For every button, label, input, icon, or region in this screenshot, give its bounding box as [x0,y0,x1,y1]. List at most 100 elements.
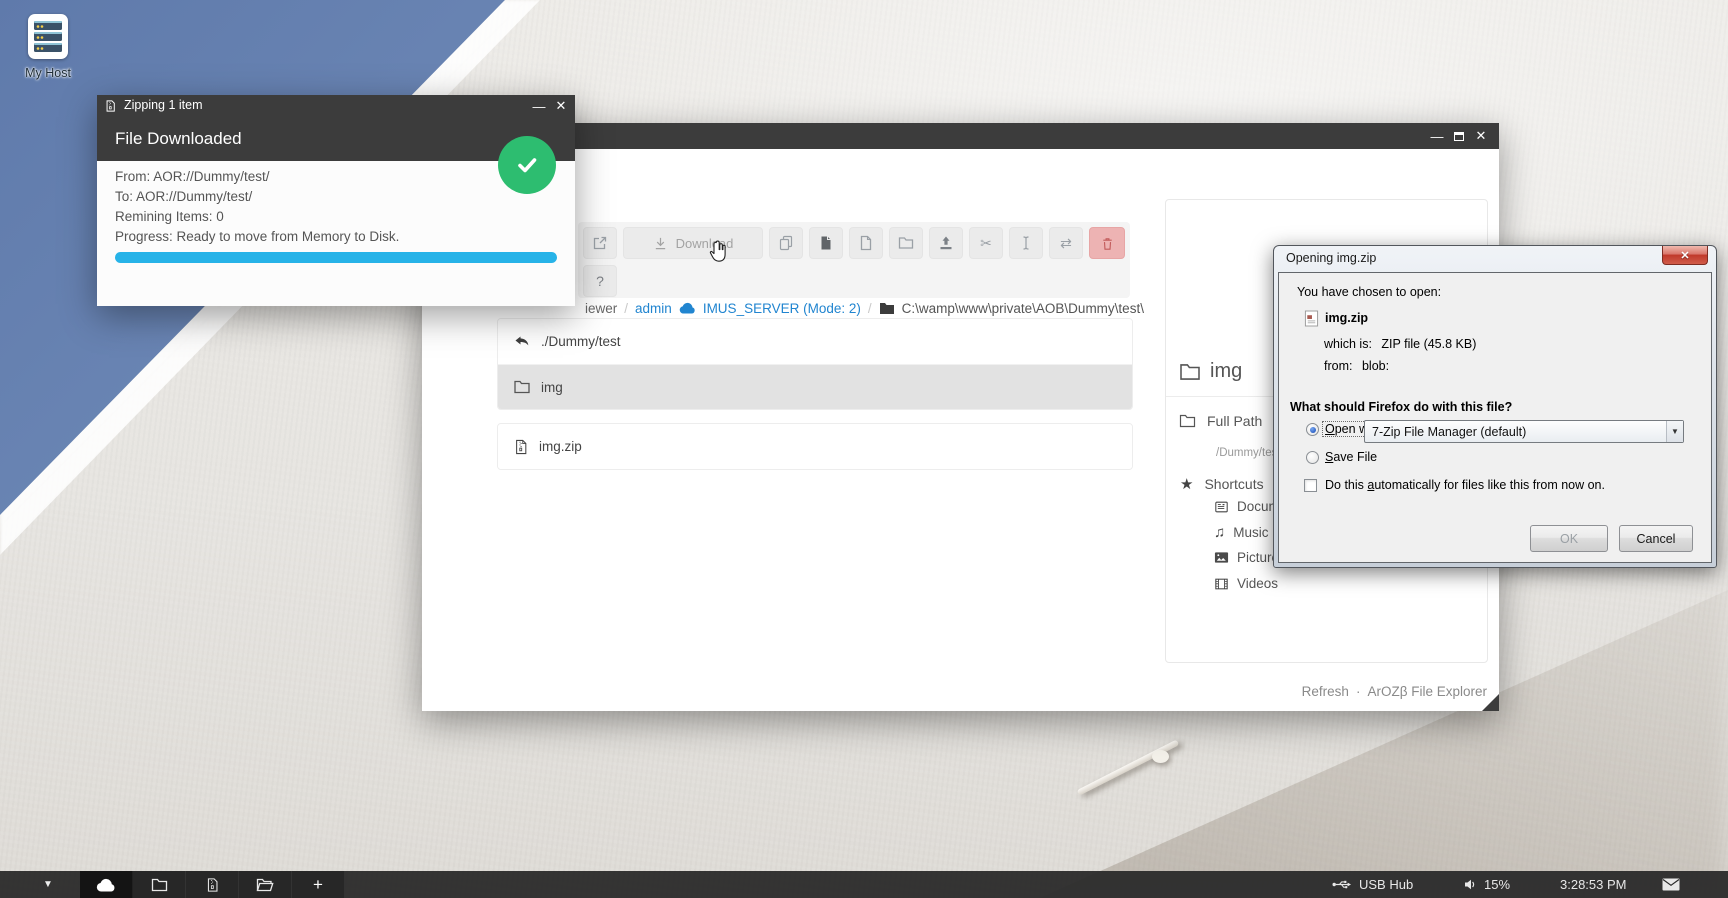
text-cursor-icon [1018,235,1034,251]
open-with-radio[interactable] [1306,423,1319,436]
zip-close-button[interactable]: ✕ [551,95,571,117]
breadcrumb-separator: / [868,301,872,316]
explorer-toolbar: Download [578,222,1130,298]
taskbar-zip-app[interactable] [186,871,239,898]
zip-minimize-button[interactable]: — [529,95,549,117]
breadcrumb-server[interactable]: IMUS_SERVER (Mode: 2) [703,301,861,316]
folder-row-label: img [541,380,563,395]
delete-button[interactable] [1089,227,1125,259]
speaker-icon [1464,878,1477,891]
open-external-button[interactable] [583,227,617,259]
messages-tray-item[interactable] [1662,871,1680,898]
firefox-open-dialog: Opening img.zip ✕ You have chosen to ope… [1273,245,1717,568]
help-button[interactable]: ? [583,265,617,297]
chevron-down-icon: ▼ [1671,427,1679,436]
explorer-maximize-button[interactable] [1449,123,1469,149]
my-host-desktop-icon[interactable] [28,14,68,59]
refresh-link[interactable]: Refresh [1302,684,1349,699]
upload-button[interactable] [929,227,963,259]
sidebar-selected-item: img [1179,360,1242,383]
back-arrow-icon [514,335,530,349]
file-row-img-zip[interactable]: img.zip [498,424,1132,469]
desktop: My Host — ✕ iewer / admin IMUS_SERVER (M… [0,0,1728,898]
taskbar-add-app-button[interactable]: + [292,871,345,898]
new-folder-button[interactable] [889,227,923,259]
clock-tray-item[interactable]: 3:28:53 PM [1560,871,1627,898]
explorer-minimize-button[interactable]: — [1427,123,1447,149]
picture-icon [1214,551,1229,564]
shortcuts-label: Shortcuts [1204,476,1263,492]
taskbar-cloud-app[interactable] [80,871,133,898]
save-file-label[interactable]: Save File [1325,450,1377,464]
which-is-label: which is: [1324,337,1372,351]
rename-button[interactable] [1009,227,1043,259]
selected-app: 7-Zip File Manager (default) [1365,425,1666,439]
auto-text-rest: utomatically for files like this from no… [1374,478,1605,492]
cut-button[interactable]: ✂ [969,227,1003,259]
usb-label: USB Hub [1359,877,1413,892]
upload-icon [938,235,954,251]
new-file-button[interactable] [849,227,883,259]
folder-icon [151,878,168,892]
explorer-titlebar[interactable]: — ✕ [422,123,1499,149]
open-with-accel: O [1325,422,1335,436]
cloud-icon [96,878,116,892]
dialog-source-row: from: blob: [1324,359,1389,373]
open-with-select[interactable]: 7-Zip File Manager (default) ▼ [1364,420,1684,443]
shortcuts-header: ★ Shortcuts [1180,475,1264,493]
copy-icon [778,235,794,251]
taskbar-folder-app[interactable] [133,871,186,898]
paste-button[interactable] [809,227,843,259]
folder-open-icon [256,878,274,892]
paste-icon [818,235,834,251]
breadcrumb-separator: / [624,301,628,316]
taskbar: ▼ [0,871,1728,898]
resize-handle[interactable] [1482,694,1499,711]
zip-titlebar[interactable]: Zipping 1 item — ✕ [97,95,575,117]
shortcut-videos[interactable]: Videos [1214,576,1278,591]
scissors-icon: ✂ [980,235,992,252]
maximize-icon [1454,132,1464,141]
zip-progress-line: Progress: Ready to move from Memory to D… [115,229,399,244]
server-icon [33,19,63,55]
download-button[interactable]: Download [623,227,763,259]
move-button[interactable]: ⇄ [1049,227,1083,259]
ok-button[interactable]: OK [1530,525,1608,552]
save-file-text: ave File [1333,450,1377,464]
star-icon: ★ [1180,475,1193,493]
usb-tray-item[interactable]: USB Hub [1332,871,1413,898]
folder-icon [514,380,530,394]
app-name: ArOZβ File Explorer [1367,684,1487,699]
taskbar-file-manager-app[interactable] [239,871,292,898]
breadcrumb: iewer / admin IMUS_SERVER (Mode: 2) / C:… [585,297,1144,319]
volume-tray-item[interactable]: 15% [1464,871,1510,898]
do-automatically-label[interactable]: Do this automatically for files like thi… [1325,478,1605,492]
do-automatically-checkbox[interactable] [1304,479,1317,492]
folder-row-img[interactable]: img [498,364,1132,409]
zip-remaining-line: Remining Items: 0 [115,209,224,224]
breadcrumb-viewer[interactable]: iewer [585,301,617,316]
dialog-close-button[interactable]: ✕ [1662,246,1708,265]
check-icon [512,150,542,180]
breadcrumb-path[interactable]: C:\wamp\www\private\AOB\Dummy\test\ [902,301,1144,316]
breadcrumb-user[interactable]: admin [635,301,672,316]
file-icon [858,235,874,251]
copy-button[interactable] [769,227,803,259]
zip-file-icon [105,99,116,113]
folder-icon [879,302,895,315]
full-path-label: Full Path [1207,413,1262,429]
footer-separator: · [1356,684,1361,699]
sidebar-item-name: img [1210,360,1242,383]
explorer-close-button[interactable]: ✕ [1471,123,1491,149]
envelope-icon [1662,878,1680,891]
file-row-label: img.zip [539,439,582,454]
taskbar-expand-button[interactable]: ▼ [34,871,62,898]
folder-icon [1179,363,1201,381]
save-file-radio[interactable] [1306,451,1319,464]
combo-arrow: ▼ [1666,421,1683,442]
parent-directory-row[interactable]: ./Dummy/test [498,319,1132,364]
cancel-button[interactable]: Cancel [1619,525,1693,552]
clock-label: 3:28:53 PM [1560,877,1627,892]
shortcut-music[interactable]: ♫ Music [1214,524,1269,541]
dialog-question: What should Firefox do with this file? [1290,400,1512,414]
